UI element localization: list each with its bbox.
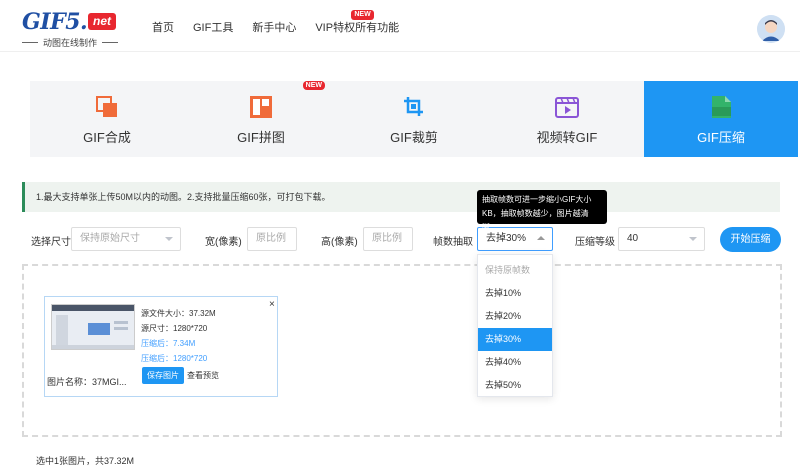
compressed-size: 压缩后：7.34M <box>141 339 196 348</box>
tool-gif-crop[interactable]: GIF裁剪 <box>337 81 491 157</box>
width-label: 宽(像素) <box>205 237 242 248</box>
thumbnail-image <box>52 305 134 349</box>
puzzle-icon <box>250 96 272 118</box>
user-avatar[interactable] <box>757 15 785 43</box>
file-thumbnail[interactable] <box>51 304 135 350</box>
frame-option-40[interactable]: 去掉40% <box>478 351 552 374</box>
crop-icon <box>404 97 423 116</box>
frame-extract-dropdown: 保持原帧数 去掉10% 去掉20% 去掉30% 去掉40% 去掉50% <box>477 254 553 397</box>
preview-link[interactable]: 查看预览 <box>187 370 219 381</box>
nav-beginner-center[interactable]: 新手中心 <box>252 19 296 35</box>
tool-label: GIF合成 <box>83 130 131 145</box>
height-input[interactable]: 原比例 <box>363 227 413 251</box>
zip-icon <box>712 96 731 118</box>
save-image-button[interactable]: 保存图片 <box>142 367 184 384</box>
nav-all-features[interactable]: 所有功能 <box>355 19 399 35</box>
logo-wordmark: GIF5. <box>22 9 88 35</box>
tool-label: 视频转GIF <box>536 130 598 145</box>
width-input[interactable]: 原比例 <box>247 227 297 251</box>
selection-summary: 选中1张图片，共37.32M <box>36 456 135 466</box>
frame-option-10[interactable]: 去掉10% <box>478 282 552 305</box>
avatar-icon <box>757 15 785 43</box>
source-size: 源文件大小：37.32M <box>141 309 216 318</box>
size-select[interactable]: 保持原始尺寸 <box>71 227 181 251</box>
nav-gif-tools[interactable]: GIF工具 <box>193 19 233 35</box>
video-icon <box>555 97 579 118</box>
compress-level-select[interactable]: 40 <box>618 227 705 251</box>
tool-label: GIF拼图 <box>237 130 285 145</box>
source-dimensions: 源尺寸：1280*720 <box>141 324 208 333</box>
tool-video-to-gif[interactable]: 视频转GIF <box>490 81 644 157</box>
compressed-dimensions: 压缩后：1280*720 <box>141 354 208 363</box>
top-header: GIF5. net 动图在线制作 首页 GIF工具 新手中心 VIP特权 NEW… <box>0 0 800 52</box>
chevron-down-icon <box>165 237 173 241</box>
merge-icon <box>96 96 117 117</box>
upload-info-notice: 1.最大支持单张上传50M以内的动图。2.支持批量压缩60张，可打包下载。 <box>22 182 780 212</box>
chevron-down-icon <box>689 237 697 241</box>
file-name: 图片名称：37MGI... <box>47 377 127 387</box>
file-card: × 源文件大小：37.32M 源尺寸：1280*720 压缩后：7.34M 压缩… <box>44 296 278 397</box>
compress-level-label: 压缩等级 <box>575 237 615 248</box>
site-logo[interactable]: GIF5. net 动图在线制作 <box>22 9 122 49</box>
close-icon[interactable]: × <box>269 299 275 310</box>
tool-gif-puzzle[interactable]: GIF拼图 NEW <box>184 81 338 157</box>
tool-gif-compress[interactable]: GIF压缩 <box>644 81 798 157</box>
nav-vip[interactable]: VIP特权 NEW <box>315 10 374 35</box>
new-badge: NEW <box>302 81 325 90</box>
frame-option-keep: 保持原帧数 <box>485 265 531 275</box>
main-nav: 首页 GIF工具 新手中心 VIP特权 NEW 所有功能 <box>152 10 418 35</box>
nav-vip-label: VIP特权 <box>315 22 356 34</box>
frame-option-50[interactable]: 去掉50% <box>478 374 552 397</box>
frame-option-30[interactable]: 去掉30% <box>478 328 552 351</box>
frame-option-20[interactable]: 去掉20% <box>478 305 552 328</box>
chevron-up-icon <box>537 236 545 240</box>
frame-extract-label: 帧数抽取 <box>433 237 473 248</box>
tool-label: GIF压缩 <box>697 130 745 145</box>
logo-net-badge: net <box>88 13 116 30</box>
size-label: 选择尺寸 <box>31 237 71 248</box>
nav-home[interactable]: 首页 <box>152 19 174 35</box>
logo-tagline: 动图在线制作 <box>22 36 118 49</box>
start-compress-button[interactable]: 开始压缩 <box>720 227 781 252</box>
size-select-value: 保持原始尺寸 <box>80 233 140 244</box>
tool-label: GIF裁剪 <box>390 130 438 145</box>
height-label: 高(像素) <box>321 237 358 248</box>
frame-extract-tooltip: 抽取帧数可进一步缩小GIF大小KB，抽取帧数越少，图片越清晰。 <box>477 190 607 232</box>
tool-gif-merge[interactable]: GIF合成 <box>30 81 184 157</box>
compress-level-value: 40 <box>627 233 639 244</box>
